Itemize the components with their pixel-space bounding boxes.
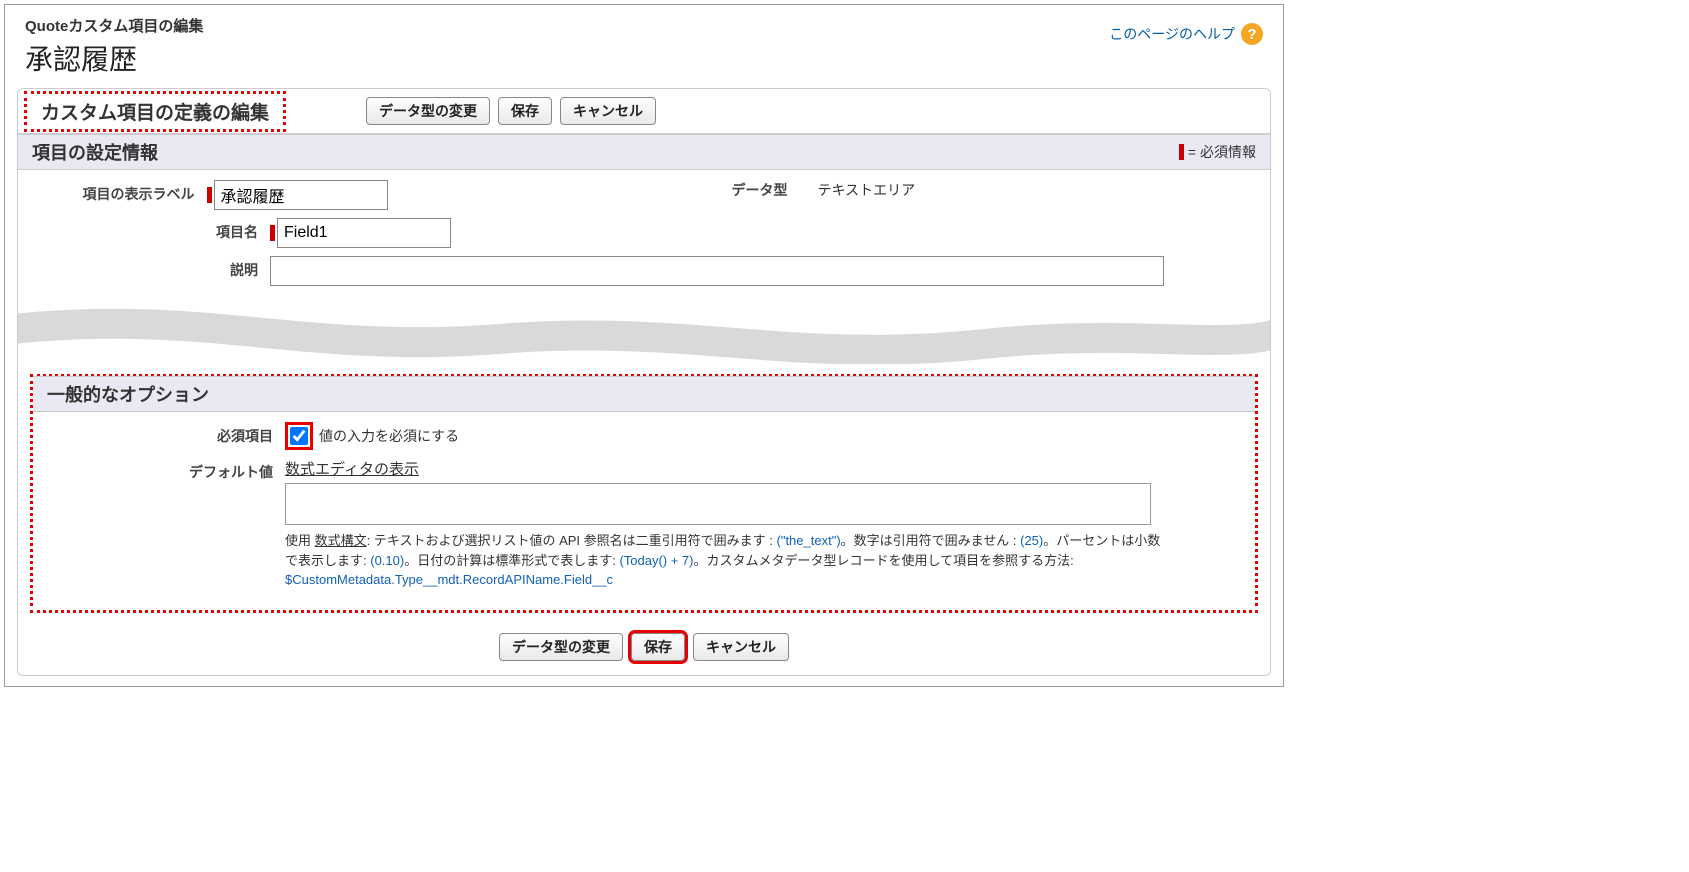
row-display-label: 項目の表示ラベル データ型 テキストエリア	[38, 180, 1250, 210]
row-description: 説明	[38, 256, 1250, 286]
display-label-input[interactable]	[214, 180, 388, 210]
panel-header: カスタム項目の定義の編集 データ型の変更 保存 キャンセル	[18, 89, 1270, 134]
page-title: 承認履歴	[25, 38, 203, 78]
formula-help-text: 使用 数式構文: テキストおよび選択リスト値の API 参照名は二重引用符で囲み…	[285, 531, 1165, 590]
help-part5: 。カスタムメタデータ型レコードを使用して項目を参照する方法:	[694, 553, 1074, 568]
footer-toolbar: データ型の変更 保存 キャンセル	[30, 623, 1258, 675]
required-legend: = 必須情報	[1179, 142, 1256, 162]
header-subtitle: Quoteカスタム項目の編集	[25, 15, 203, 36]
required-checkbox-label: 値の入力を必須にする	[319, 426, 459, 446]
label-default-value: デフォルト値	[53, 458, 285, 482]
required-checkbox[interactable]	[290, 427, 308, 445]
content-omitted-wave	[17, 294, 1271, 364]
help-part2: 。数字は引用符で囲みません :	[841, 533, 1020, 548]
help-prefix: 使用	[285, 533, 315, 548]
label-field-name: 項目名	[38, 218, 270, 242]
help-link-text: このページのヘルプ	[1109, 24, 1235, 44]
row-default-value: デフォルト値 数式エディタの表示 使用 数式構文: テキストおよび選択リスト値の…	[53, 458, 1235, 590]
field-settings-form: 項目の表示ラベル データ型 テキストエリア 項目名 説明	[18, 170, 1270, 286]
required-bar-icon	[207, 187, 212, 203]
cancel-button-footer[interactable]: キャンセル	[693, 633, 789, 661]
section-options-title: 一般的なオプション	[47, 385, 209, 405]
default-value-textarea[interactable]	[285, 483, 1151, 525]
help-ex5: $CustomMetadata.Type__mdt.RecordAPIName.…	[285, 572, 613, 587]
help-ex4: (Today() + 7)	[619, 553, 693, 568]
field-name-input[interactable]	[277, 218, 451, 248]
syntax-link[interactable]: 数式構文	[315, 533, 367, 548]
main-panel: カスタム項目の定義の編集 データ型の変更 保存 キャンセル 項目の設定情報 = …	[17, 88, 1271, 676]
section-info-title: 項目の設定情報	[32, 139, 158, 165]
section-options-header: 一般的なオプション	[33, 376, 1255, 412]
save-button[interactable]: 保存	[498, 97, 552, 125]
help-ex2: (25)	[1020, 533, 1043, 548]
row-field-name: 項目名	[38, 218, 1250, 248]
help-ex1: ("the_text")	[777, 533, 841, 548]
show-formula-editor-link[interactable]: 数式エディタの表示	[285, 461, 419, 478]
help-icon: ?	[1241, 23, 1263, 45]
label-data-type: データ型	[718, 180, 788, 200]
help-ex3: (0.10)	[370, 553, 404, 568]
top-toolbar: データ型の変更 保存 キャンセル	[366, 97, 656, 125]
page-header: Quoteカスタム項目の編集 承認履歴 このページのヘルプ ?	[5, 5, 1283, 88]
required-bar-icon	[270, 225, 275, 241]
change-data-type-button-footer[interactable]: データ型の変更	[499, 633, 623, 661]
required-bar-icon	[1179, 144, 1184, 160]
general-options-form: 必須項目 値の入力を必須にする デフォルト値 数式エディタの表示	[33, 412, 1255, 590]
description-input[interactable]	[270, 256, 1164, 286]
help-part1: : テキストおよび選択リスト値の API 参照名は二重引用符で囲みます :	[367, 533, 777, 548]
cancel-button[interactable]: キャンセル	[560, 97, 656, 125]
required-legend-text: = 必須情報	[1188, 142, 1256, 162]
help-link[interactable]: このページのヘルプ ?	[1109, 23, 1263, 45]
save-button-footer[interactable]: 保存	[631, 633, 685, 661]
help-part4: 。日付の計算は標準形式で表します:	[404, 553, 619, 568]
change-data-type-button[interactable]: データ型の変更	[366, 97, 490, 125]
panel-title: カスタム項目の定義の編集	[24, 91, 286, 132]
general-options-highlight: 一般的なオプション 必須項目 値の入力を必須にする デフォルト値 数式エディ	[30, 374, 1258, 613]
section-info-header: 項目の設定情報 = 必須情報	[18, 134, 1270, 170]
header-left: Quoteカスタム項目の編集 承認履歴	[25, 15, 203, 78]
value-data-type: テキストエリア	[818, 180, 916, 200]
row-required: 必須項目 値の入力を必須にする	[53, 422, 1235, 450]
label-required: 必須項目	[53, 422, 285, 446]
label-description: 説明	[38, 256, 270, 280]
row-data-type: データ型 テキストエリア	[388, 180, 1250, 200]
label-display-label: 項目の表示ラベル	[38, 180, 207, 204]
page-container: Quoteカスタム項目の編集 承認履歴 このページのヘルプ ? カスタム項目の定…	[4, 4, 1284, 687]
required-checkbox-highlight	[285, 422, 313, 450]
